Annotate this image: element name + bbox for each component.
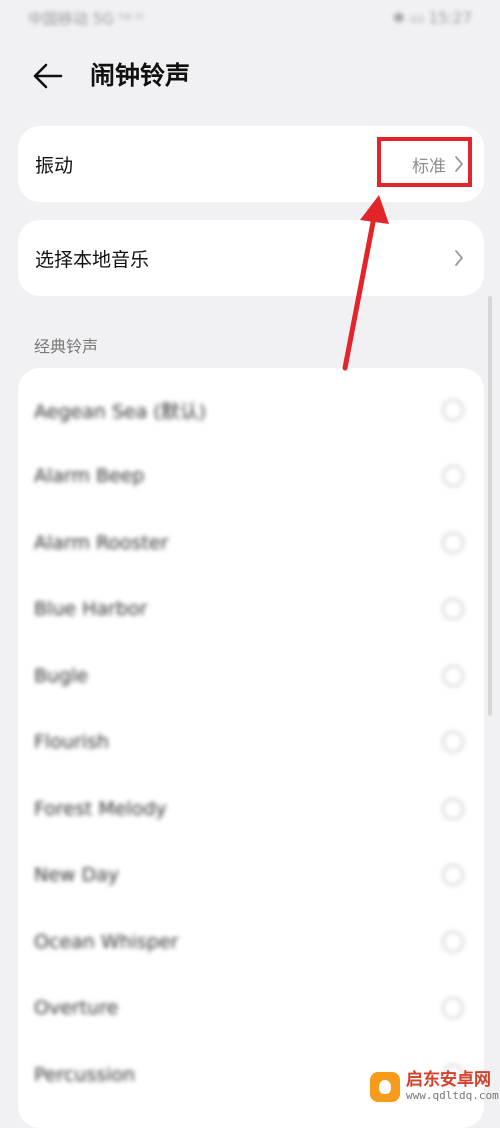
watermark: 启东安卓网 www.qdltdq.com bbox=[370, 1070, 499, 1103]
list-item[interactable]: Forest Melody bbox=[18, 776, 484, 842]
radio-button[interactable] bbox=[442, 465, 464, 487]
back-button[interactable] bbox=[30, 58, 70, 94]
ringtone-name: Bugle bbox=[34, 665, 89, 687]
radio-button[interactable] bbox=[442, 598, 464, 620]
ringtone-name: Blue Harbor bbox=[34, 598, 148, 620]
list-item[interactable]: Flourish bbox=[18, 709, 484, 775]
ringtone-name: Aegean Sea (默认) bbox=[34, 400, 207, 423]
ringtone-name: New Day bbox=[34, 864, 119, 886]
list-item[interactable]: New Day bbox=[18, 842, 484, 908]
radio-button[interactable] bbox=[442, 399, 464, 421]
radio-button[interactable] bbox=[442, 864, 464, 886]
scrollbar[interactable] bbox=[488, 296, 492, 716]
list-item[interactable]: Ocean Whisper bbox=[18, 909, 484, 975]
radio-button[interactable] bbox=[442, 798, 464, 820]
local-music-label: 选择本地音乐 bbox=[35, 248, 150, 271]
list-item[interactable]: Bugle bbox=[18, 643, 484, 709]
page-title: 闹钟铃声 bbox=[90, 61, 191, 90]
ringtone-name: Alarm Rooster bbox=[34, 532, 169, 554]
watermark-title: 启东安卓网 bbox=[406, 1070, 491, 1091]
radio-button[interactable] bbox=[442, 665, 464, 687]
list-item[interactable]: Overture bbox=[18, 975, 484, 1041]
ringtone-name: Alarm Beep bbox=[34, 465, 145, 487]
ringtone-name: Ocean Whisper bbox=[34, 931, 179, 953]
select-local-music[interactable]: 选择本地音乐 bbox=[18, 220, 484, 296]
list-item[interactable]: Aegean Sea (默认) bbox=[18, 377, 484, 443]
watermark-logo-icon bbox=[370, 1072, 400, 1102]
ringtone-list: Aegean Sea (默认) Alarm Beep Alarm Rooster… bbox=[18, 368, 484, 1128]
list-item[interactable]: Blue Harbor bbox=[18, 576, 484, 642]
status-time: ✱ ▭ 15:27 bbox=[392, 9, 472, 27]
list-item[interactable]: Alarm Beep bbox=[18, 443, 484, 509]
ringtone-name: Percussion bbox=[34, 1064, 136, 1086]
radio-button[interactable] bbox=[442, 532, 464, 554]
back-arrow-icon bbox=[33, 63, 63, 89]
radio-button[interactable] bbox=[442, 731, 464, 753]
vibration-label: 振动 bbox=[35, 154, 74, 177]
ringtone-name: Overture bbox=[34, 997, 119, 1019]
watermark-url: www.qdltdq.com bbox=[406, 1089, 499, 1103]
radio-button[interactable] bbox=[442, 997, 464, 1019]
status-bar: 中国移动 5G ᵗᵃˡ ᵗˡ ✱ ▭ 15:27 bbox=[0, 0, 500, 36]
section-title-classic: 经典铃声 bbox=[34, 337, 99, 356]
header: 闹钟铃声 bbox=[0, 48, 500, 104]
chevron-right-icon bbox=[455, 250, 463, 266]
radio-button[interactable] bbox=[442, 931, 464, 953]
ringtone-name: Forest Melody bbox=[34, 798, 167, 820]
annotation-highlight-box bbox=[377, 137, 472, 187]
annotation-arrow bbox=[342, 195, 389, 371]
list-item[interactable]: Alarm Rooster bbox=[18, 510, 484, 576]
ringtone-name: Flourish bbox=[34, 731, 109, 753]
status-carrier: 中国移动 5G ᵗᵃˡ ᵗˡ bbox=[28, 9, 144, 28]
